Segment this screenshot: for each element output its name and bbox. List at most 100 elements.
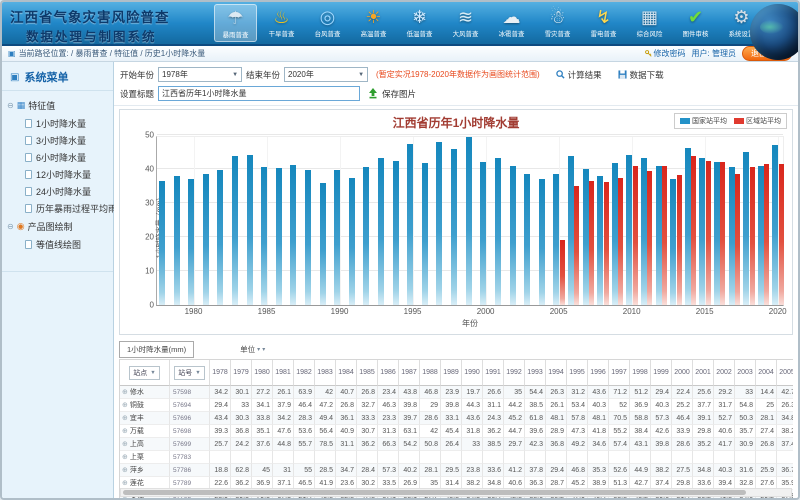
- expand-icon[interactable]: ⊕: [122, 427, 128, 435]
- station-cell[interactable]: ⊕宜丰: [120, 412, 170, 425]
- download-button[interactable]: 数据下载: [618, 69, 664, 81]
- unit-filter[interactable]: 单位 ▾ ▾: [240, 344, 265, 355]
- collapse-icon[interactable]: ⊖: [7, 222, 14, 231]
- toolbar-item-snow-survey[interactable]: ☃雪灾普查: [536, 4, 579, 42]
- station-cell[interactable]: ⊕上栗: [120, 451, 170, 464]
- chart-title-input[interactable]: [158, 86, 360, 101]
- value-cell: 37.4: [777, 438, 793, 451]
- year-column-header[interactable]: 1981: [273, 360, 294, 386]
- expand-icon[interactable]: ⊕: [122, 440, 128, 448]
- value-cell: 40.2: [399, 464, 420, 477]
- toolbar-item-lightning-survey[interactable]: ↯雷电普查: [582, 4, 625, 42]
- value-cell: 30.9: [735, 438, 756, 451]
- toolbar-item-drought-survey[interactable]: ♨干旱普查: [260, 4, 303, 42]
- measure-box[interactable]: 1小时降水量(mm): [119, 341, 194, 358]
- year-column-header[interactable]: 2001: [693, 360, 714, 386]
- value-cell: 29.4: [210, 399, 231, 412]
- station-cell[interactable]: ⊕萍乡: [120, 464, 170, 477]
- start-year-select[interactable]: 1978年 ▼: [158, 67, 242, 82]
- expand-icon[interactable]: ⊕: [122, 414, 128, 422]
- table-row-铜鼓[interactable]: ⊕铜鼓5769429.43334.137.946.447.226.832.746…: [120, 399, 793, 412]
- station-cell[interactable]: ⊕万载: [120, 425, 170, 438]
- toolbar-item-composite-risk[interactable]: ▦综合风险: [628, 4, 671, 42]
- year-column-header[interactable]: 1999: [651, 360, 672, 386]
- station-cell[interactable]: ⊕铜鼓: [120, 399, 170, 412]
- table-row-修水[interactable]: ⊕修水5759834.230.127.226.163.94240.726.823…: [120, 386, 793, 399]
- value-cell: 43.6: [462, 412, 483, 425]
- year-column-header[interactable]: 2002: [714, 360, 735, 386]
- sidebar-item-6小时降水量[interactable]: 6小时降水量: [5, 149, 110, 166]
- scrollbar-thumb[interactable]: [123, 490, 746, 495]
- value-cell: [651, 451, 672, 464]
- station-cell[interactable]: ⊕上高: [120, 438, 170, 451]
- year-column-header[interactable]: 1984: [336, 360, 357, 386]
- year-column-header[interactable]: 2005: [777, 360, 793, 386]
- table-row-宜丰[interactable]: ⊕宜丰5769643.430.333.834.228.349.436.133.3…: [120, 412, 793, 425]
- station-cell[interactable]: ⊕修水: [120, 386, 170, 399]
- year-column-header[interactable]: 1986: [378, 360, 399, 386]
- year-column-header[interactable]: 1990: [462, 360, 483, 386]
- table-row-上栗[interactable]: ⊕上栗57783: [120, 451, 793, 464]
- year-column-header[interactable]: 1987: [399, 360, 420, 386]
- toolbar-item-rainstorm-survey[interactable]: ☂暴雨普查: [214, 4, 257, 42]
- toolbar-item-gale-survey[interactable]: ≋大风普查: [444, 4, 487, 42]
- toolbar-item-lowtemp-survey[interactable]: ❄低温普查: [398, 4, 441, 42]
- expand-icon[interactable]: ⊕: [122, 401, 128, 409]
- year-column-header[interactable]: 1985: [357, 360, 378, 386]
- toolbar-item-hightemp-survey[interactable]: ☀高温普查: [352, 4, 395, 42]
- value-cell: 39.1: [693, 412, 714, 425]
- expand-icon[interactable]: ⊕: [122, 479, 128, 487]
- sidebar-item-历年暴雨过程平均雨量[interactable]: 历年暴雨过程平均雨量: [5, 200, 110, 217]
- tree-group-0[interactable]: ⊖▦特征值: [5, 96, 110, 115]
- year-column-header[interactable]: 1988: [420, 360, 441, 386]
- collapse-icon[interactable]: ⊖: [7, 101, 14, 110]
- tree-group-1[interactable]: ⊖◉产品图绘制: [5, 217, 110, 236]
- year-column-header[interactable]: 1991: [483, 360, 504, 386]
- sidebar-item-1小时降水量[interactable]: 1小时降水量: [5, 115, 110, 132]
- year-column-header[interactable]: 2003: [735, 360, 756, 386]
- expand-icon[interactable]: ⊕: [122, 466, 128, 474]
- year-column-header[interactable]: 1996: [588, 360, 609, 386]
- table-row-万载[interactable]: ⊕万载5769839.336.835.147.653.656.440.930.7…: [120, 425, 793, 438]
- toolbar-item-typhoon-survey[interactable]: ◎台风普查: [306, 4, 349, 42]
- station-filter[interactable]: 站点▼: [129, 366, 159, 380]
- table-row-上高[interactable]: ⊕上高5769925.724.237.644.855.778.531.136.2…: [120, 438, 793, 451]
- year-column-header[interactable]: 1995: [567, 360, 588, 386]
- value-cell: 46.8: [420, 386, 441, 399]
- year-column-header[interactable]: 1998: [630, 360, 651, 386]
- year-column-header[interactable]: 1982: [294, 360, 315, 386]
- value-cell: 70.5: [609, 412, 630, 425]
- table-row-萍乡[interactable]: ⊕萍乡5778618.862.845315528.534.728.457.340…: [120, 464, 793, 477]
- bar-regional-2019: [764, 164, 769, 305]
- change-password-link[interactable]: 修改密码: [645, 48, 686, 59]
- calculate-button[interactable]: 计算结果: [556, 69, 602, 81]
- year-column-header[interactable]: 1980: [252, 360, 273, 386]
- station-id-filter[interactable]: 站号▼: [174, 366, 204, 380]
- toolbar-item-map-review[interactable]: ✔图件审核: [674, 4, 717, 42]
- expand-icon[interactable]: ⊕: [122, 388, 128, 396]
- sidebar-item-24小时降水量[interactable]: 24小时降水量: [5, 183, 110, 200]
- year-column-header[interactable]: 2004: [756, 360, 777, 386]
- year-column-header[interactable]: 1994: [546, 360, 567, 386]
- value-cell: 43.1: [630, 438, 651, 451]
- year-column-header[interactable]: 1978: [210, 360, 231, 386]
- value-cell: 31.7: [714, 399, 735, 412]
- year-column-header[interactable]: 1979: [231, 360, 252, 386]
- sidebar-item-等值线绘图[interactable]: 等值线绘图: [5, 236, 110, 253]
- sidebar-item-12小时降水量[interactable]: 12小时降水量: [5, 166, 110, 183]
- year-column-header[interactable]: 1997: [609, 360, 630, 386]
- control-bar: 开始年份 1978年 ▼ 结束年份 2020年 ▼ (暂定实况1978-2020…: [114, 62, 798, 106]
- year-column-header[interactable]: 1989: [441, 360, 462, 386]
- end-year-select[interactable]: 2020年 ▼: [284, 67, 368, 82]
- year-column-header[interactable]: 1993: [525, 360, 546, 386]
- year-column-header[interactable]: 2000: [672, 360, 693, 386]
- year-column-header[interactable]: 1983: [315, 360, 336, 386]
- year-column-header[interactable]: 1992: [504, 360, 525, 386]
- value-cell: [630, 451, 651, 464]
- sidebar-item-3小时降水量[interactable]: 3小时降水量: [5, 132, 110, 149]
- toolbar-item-hail-survey[interactable]: ☁冰雹普查: [490, 4, 533, 42]
- expand-icon[interactable]: ⊕: [122, 453, 128, 461]
- save-image-icon[interactable]: [368, 88, 378, 99]
- chart-legend: 国家站平均区域站平均: [674, 113, 787, 129]
- horizontal-scrollbar[interactable]: [120, 488, 792, 497]
